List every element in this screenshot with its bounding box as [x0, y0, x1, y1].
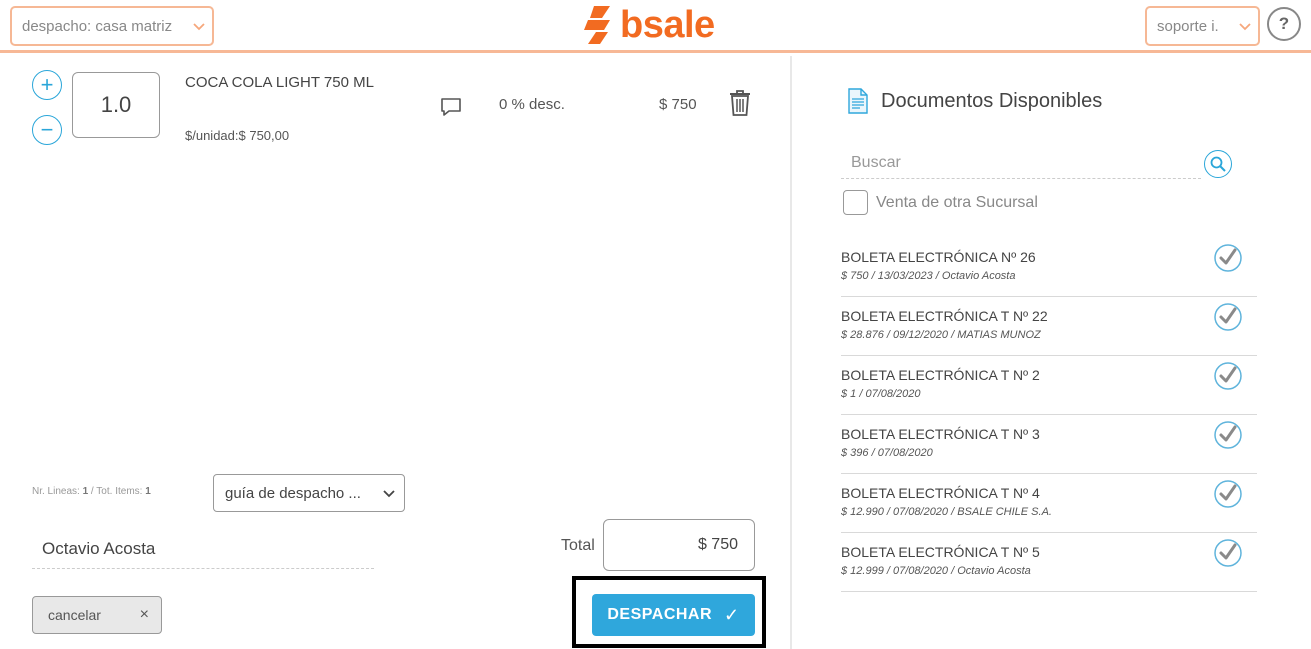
- chevron-down-icon: [1239, 23, 1251, 31]
- document-item[interactable]: BOLETA ELECTRÓNICA T Nº 2 $ 1 / 07/08/20…: [841, 356, 1257, 415]
- document-subtitle: $ 28.876 / 09/12/2020 / MATIAS MUNOZ: [841, 329, 1041, 341]
- branch-select[interactable]: despacho: casa matriz: [10, 6, 214, 46]
- help-button[interactable]: ?: [1267, 7, 1301, 41]
- document-type-value: guía de despacho ...: [225, 484, 361, 502]
- document-subtitle: $ 12.999 / 07/08/2020 / Octavio Acosta: [841, 565, 1031, 577]
- document-subtitle: $ 396 / 07/08/2020: [841, 447, 933, 459]
- cancel-label: cancelar: [48, 607, 101, 623]
- document-title: BOLETA ELECTRÓNICA Nº 26: [841, 249, 1036, 265]
- dispatch-label: DESPACHAR: [607, 606, 713, 623]
- decrease-quantity-button[interactable]: −: [32, 115, 62, 145]
- bsale-logo: bsale: [584, 3, 734, 47]
- top-bar: despacho: casa matriz bsale soporte i. ?: [0, 0, 1311, 53]
- line-total: $ 750: [659, 96, 697, 113]
- document-title: BOLETA ELECTRÓNICA T Nº 5: [841, 544, 1040, 560]
- document-subtitle: $ 12.990 / 07/08/2020 / BSALE CHILE S.A.: [841, 506, 1052, 518]
- bsale-logo-icon: [584, 6, 610, 44]
- trash-icon[interactable]: [728, 89, 752, 117]
- total-label: Total: [561, 537, 595, 554]
- other-branch-checkbox[interactable]: [843, 190, 868, 215]
- seller-field[interactable]: Octavio Acosta: [32, 530, 374, 569]
- document-icon: [848, 88, 868, 114]
- counts-mid: / Tot. Items:: [88, 486, 146, 497]
- items-count: 1: [145, 486, 151, 497]
- increase-quantity-button[interactable]: +: [32, 70, 62, 100]
- product-name: COCA COLA LIGHT 750 ML: [185, 74, 374, 91]
- document-item[interactable]: BOLETA ELECTRÓNICA Nº 26 $ 750 / 13/03/2…: [841, 238, 1257, 297]
- comment-icon[interactable]: [439, 95, 463, 119]
- chevron-down-icon: [383, 490, 395, 498]
- document-item[interactable]: BOLETA ELECTRÓNICA T Nº 3 $ 396 / 07/08/…: [841, 415, 1257, 474]
- document-title: BOLETA ELECTRÓNICA T Nº 22: [841, 308, 1048, 324]
- counts-prefix: Nr. Lineas:: [32, 486, 83, 497]
- total-value: $ 750: [603, 519, 755, 571]
- unit-price: $/unidad:$ 750,00: [185, 128, 290, 143]
- document-item[interactable]: BOLETA ELECTRÓNICA T Nº 5 $ 12.999 / 07/…: [841, 533, 1257, 592]
- panel-divider: [790, 56, 792, 649]
- search-button[interactable]: [1204, 150, 1232, 178]
- documents-search-input[interactable]: [841, 148, 1201, 179]
- check-icon: ✓: [724, 604, 740, 625]
- branch-select-value: despacho: casa matriz: [22, 17, 173, 35]
- logo-text: bsale: [620, 4, 715, 46]
- document-title: BOLETA ELECTRÓNICA T Nº 3: [841, 426, 1040, 442]
- documents-list: BOLETA ELECTRÓNICA Nº 26 $ 750 / 13/03/2…: [841, 238, 1257, 592]
- dispatch-button[interactable]: DESPACHAR ✓: [592, 594, 755, 636]
- check-circle-icon[interactable]: [1213, 420, 1243, 450]
- other-branch-label: Venta de otra Sucursal: [876, 194, 1038, 211]
- support-user-select[interactable]: soporte i.: [1145, 6, 1260, 46]
- documents-title: Documentos Disponibles: [881, 90, 1103, 112]
- document-subtitle: $ 1 / 07/08/2020: [841, 388, 921, 400]
- document-type-select[interactable]: guía de despacho ...: [213, 474, 405, 512]
- close-icon: ×: [139, 606, 149, 623]
- line-item-counts: Nr. Lineas: 1 / Tot. Items: 1: [32, 486, 151, 497]
- check-circle-icon[interactable]: [1213, 479, 1243, 509]
- chevron-down-icon: [193, 23, 205, 31]
- discount-field[interactable]: 0 % desc.: [499, 96, 565, 113]
- document-item[interactable]: BOLETA ELECTRÓNICA T Nº 22 $ 28.876 / 09…: [841, 297, 1257, 356]
- search-icon: [1210, 156, 1226, 172]
- support-select-value: soporte i.: [1157, 17, 1219, 35]
- document-subtitle: $ 750 / 13/03/2023 / Octavio Acosta: [841, 270, 1016, 282]
- cancel-button[interactable]: cancelar ×: [32, 596, 162, 634]
- check-circle-icon[interactable]: [1213, 361, 1243, 391]
- document-title: BOLETA ELECTRÓNICA T Nº 4: [841, 485, 1040, 501]
- check-circle-icon[interactable]: [1213, 302, 1243, 332]
- document-title: BOLETA ELECTRÓNICA T Nº 2: [841, 367, 1040, 383]
- document-item[interactable]: BOLETA ELECTRÓNICA T Nº 4 $ 12.990 / 07/…: [841, 474, 1257, 533]
- quantity-input[interactable]: 1.0: [72, 72, 160, 138]
- check-circle-icon[interactable]: [1213, 538, 1243, 568]
- check-circle-icon[interactable]: [1213, 243, 1243, 273]
